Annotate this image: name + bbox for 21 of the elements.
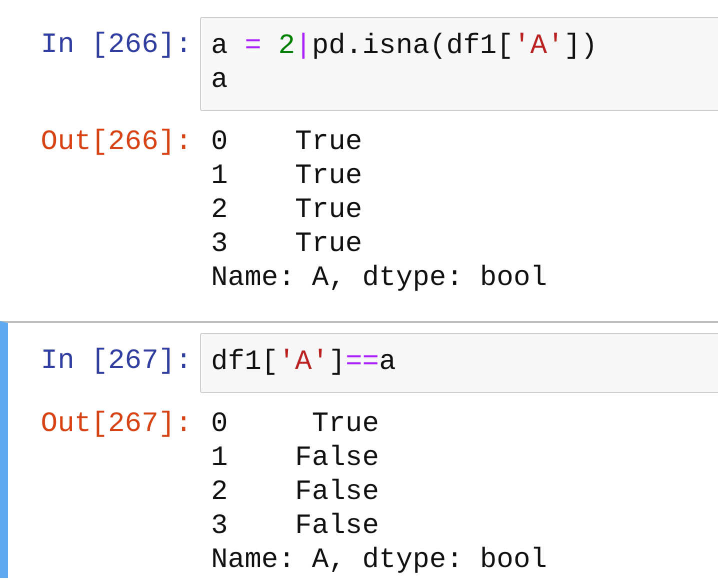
notebook-cell[interactable]: In [267]: df1['A']==a Out[267]: 0 True 1 False 2 False 3 False Name: A, dtype: bool: [0, 321, 718, 578]
code-line: df1['A']==a: [211, 346, 397, 380]
code-input[interactable]: df1['A']==a: [200, 333, 718, 393]
output-line: 2 True: [211, 194, 364, 228]
output-line: 1 True: [211, 160, 364, 194]
input-prompt: In [267]:: [40, 345, 192, 379]
output-line: Name: A, dtype: bool: [211, 544, 548, 578]
output-line: 3 True: [211, 228, 364, 262]
output-line: 3 False: [211, 510, 380, 544]
output-prompt: Out[266]:: [40, 126, 192, 160]
code-line: a = 2|pd.isna(df1['A']): [211, 30, 599, 64]
output-prompt: Out[267]:: [40, 408, 192, 442]
code-input[interactable]: a = 2|pd.isna(df1['A']) a: [200, 17, 718, 111]
output-line: 2 False: [211, 476, 380, 510]
notebook-cell[interactable]: In [266]: a = 2|pd.isna(df1['A']) a Out[266]: 0 True 1 True 2 True 3 True Name: A, dtype: bool: [0, 0, 718, 321]
output-line: 1 False: [211, 442, 380, 476]
output-line: 0 True: [211, 126, 364, 160]
input-prompt: In [266]:: [40, 29, 192, 63]
output-line: Name: A, dtype: bool: [211, 262, 548, 296]
code-line: a: [211, 64, 229, 98]
output-line: 0 True: [211, 408, 380, 442]
